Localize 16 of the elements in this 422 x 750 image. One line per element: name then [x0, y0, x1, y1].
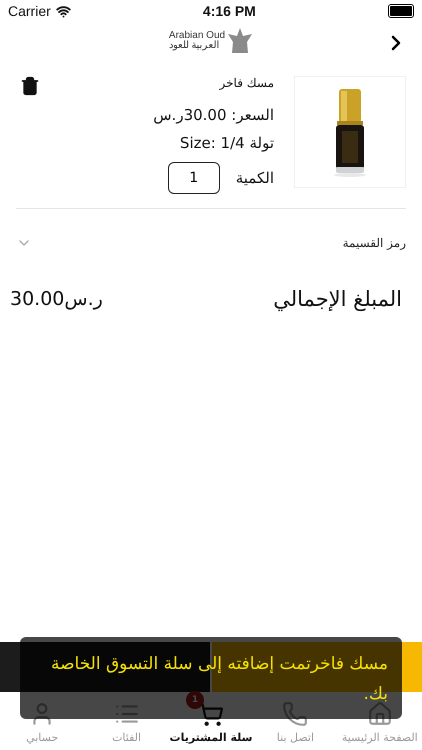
delete-icon[interactable]: [20, 76, 40, 96]
battery-icon: [388, 4, 414, 18]
total-amount: 30.00ر.س: [10, 288, 103, 310]
logo-icon: [227, 28, 254, 54]
product-size: تولة Size: 1/4: [180, 134, 274, 152]
total-label: المبلغ الإجمالي: [273, 287, 402, 311]
clock-time: 4:16 PM: [202, 3, 256, 19]
product-price: السعر: 30.00ر.س: [153, 106, 274, 124]
carrier-label: Carrier: [8, 3, 51, 19]
logo-text: العربية للعود: [168, 41, 220, 51]
product-name: مسك فاخر: [220, 76, 274, 90]
coupon-toggle[interactable]: رمز القسيمة: [16, 229, 406, 257]
quantity-label: الكمية: [236, 169, 274, 187]
logo-text: Arabian Oud: [168, 31, 226, 41]
wifi-icon: [56, 4, 71, 18]
quantity-field[interactable]: 1: [168, 162, 220, 194]
